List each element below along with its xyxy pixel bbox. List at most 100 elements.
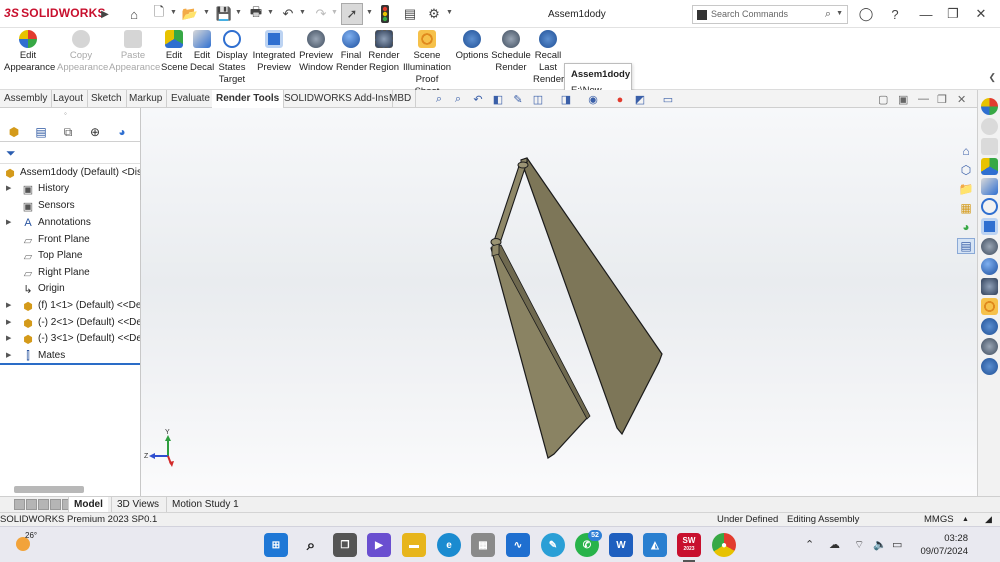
hinged-panels-model[interactable] [141, 108, 977, 496]
final-render-icon[interactable] [981, 258, 998, 275]
scene-icon[interactable] [981, 158, 998, 175]
tree-item-part-1[interactable]: ▶ ⬢ (f) 1<1> (Default) <<Def [0, 298, 140, 314]
search-taskbar-icon[interactable]: ⌕ [299, 533, 323, 557]
viewport-split-icon[interactable]: ▣ [898, 93, 908, 106]
render-options-icon[interactable] [981, 318, 998, 335]
integrated-preview-button[interactable]: Integrated Preview [251, 30, 297, 74]
select-cursor-icon[interactable]: ➚ [341, 3, 363, 25]
photos-icon[interactable]: ◭ [643, 533, 667, 557]
tree-item-front-plane[interactable]: ▱ Front Plane [0, 232, 140, 248]
render-region-icon[interactable] [981, 278, 998, 295]
expand-arrow-icon[interactable]: ▶ [6, 301, 11, 309]
tree-item-history[interactable]: ▶ ▣ History [0, 181, 140, 197]
undo-icon[interactable]: ↶ [279, 5, 297, 23]
units-selector[interactable]: MMGS [924, 514, 954, 525]
file-explorer-icon[interactable]: ▬ [402, 533, 426, 557]
dimxpert-manager-tab-icon[interactable]: ⊕ [86, 124, 104, 140]
restore-icon[interactable]: ❐ [944, 5, 962, 23]
final-render-button[interactable]: Final Render [336, 30, 367, 74]
tree-item-sensors[interactable]: ▣ Sensors [0, 198, 140, 214]
tab-evaluate[interactable]: Evaluate [167, 90, 215, 107]
tab-layout[interactable]: Layout [49, 90, 89, 107]
tree-item-annotations[interactable]: ▶ A Annotations [0, 215, 140, 231]
expand-menu-icon[interactable]: ▶ [96, 5, 114, 23]
tree-item-origin[interactable]: ↳ Origin [0, 281, 140, 297]
paste-appearance-button[interactable]: Paste Appearance [109, 30, 160, 74]
edit-decal-button[interactable]: Edit Decal [190, 30, 214, 74]
wifi-icon[interactable]: ⌔ [854, 538, 864, 552]
zoom-to-area-icon[interactable]: ⌕ [451, 93, 465, 106]
edge-browser-icon[interactable]: e [437, 533, 461, 557]
hide-show-items-icon[interactable]: ◉ [586, 93, 600, 106]
view-palette-icon[interactable]: ▦ [957, 200, 975, 216]
search-icon[interactable]: ⌕ [825, 8, 831, 21]
home-view-icon[interactable]: ⌂ [957, 143, 975, 159]
bing-wallpaper-icon[interactable]: ✎ [541, 533, 565, 557]
scene-illumination-proof-sheet-button[interactable]: Scene Illumination Proof Sheet [402, 30, 452, 98]
print-dropdown-icon[interactable]: ▼ [267, 9, 274, 16]
windows-start-icon[interactable]: ⊞ [264, 533, 288, 557]
units-dropdown-icon[interactable]: ▲ [962, 516, 969, 523]
view-settings-icon[interactable]: ▭ [661, 93, 675, 106]
tab-markup[interactable]: Markup [125, 90, 168, 107]
solidworks-taskbar-icon[interactable]: SW 2023 [677, 533, 701, 557]
zoom-to-fit-icon[interactable]: ⌕ [432, 93, 446, 106]
expand-arrow-icon[interactable]: ▶ [6, 184, 11, 192]
preview-window-button[interactable]: Preview Window [299, 30, 333, 74]
open-folder-icon[interactable]: 📂 [181, 5, 199, 23]
schedule-render-icon[interactable] [981, 338, 998, 355]
open-dropdown-icon[interactable]: ▼ [203, 9, 210, 16]
expand-arrow-icon[interactable]: ▶ [6, 351, 11, 359]
expand-arrow-icon[interactable]: ▶ [6, 318, 11, 326]
expand-arrow-icon[interactable]: ▶ [6, 218, 11, 226]
configuration-manager-tab-icon[interactable]: ⧉ [59, 124, 77, 140]
tree-item-part-2[interactable]: ▶ ⬢ (-) 2<1> (Default) <<Def [0, 315, 140, 331]
tab-assembly[interactable]: Assembly [0, 90, 53, 107]
options-dropdown-icon[interactable]: ▼ [446, 9, 453, 16]
filter-icon[interactable]: ⏷ [6, 146, 16, 161]
paste-appearance-icon[interactable] [981, 138, 998, 155]
print-icon[interactable]: 🖶 [247, 4, 265, 23]
close-icon[interactable]: ✕ [972, 5, 990, 23]
search-dropdown-icon[interactable]: ▼ [836, 10, 843, 17]
part-3d-icon[interactable]: ⬡ [957, 162, 975, 178]
viewport-tile-icon[interactable]: ▢ [878, 93, 888, 106]
schedule-render-button[interactable]: Schedule Render [491, 30, 531, 74]
collapse-ribbon-icon[interactable]: ❮ [988, 72, 996, 83]
tab-solidworks-add-ins[interactable]: SOLIDWORKS Add-Ins [280, 90, 394, 107]
tab-sketch[interactable]: Sketch [87, 90, 127, 107]
rebuild-icon[interactable] [376, 5, 394, 23]
previous-tab-icon[interactable] [26, 499, 37, 510]
tree-item-right-plane[interactable]: ▱ Right Plane [0, 265, 140, 281]
new-dropdown-icon[interactable]: ▼ [170, 9, 177, 16]
tab-motion-study-1[interactable]: Motion Study 1 [166, 497, 244, 513]
performance-app-icon[interactable]: ∿ [506, 533, 530, 557]
edit-scene-button[interactable]: Edit Scene [161, 30, 188, 74]
chrome-icon[interactable]: ● [712, 533, 736, 557]
home-icon[interactable]: ⌂ [125, 5, 143, 23]
task-view-icon[interactable]: ❐ [333, 533, 357, 557]
copy-appearance-icon[interactable] [981, 118, 998, 135]
last-tab-icon[interactable] [50, 499, 61, 510]
tree-item-part-3[interactable]: ▶ ⬢ (-) 3<1> (Default) <<Def [0, 331, 140, 347]
display-states-target-button[interactable]: Display States Target [216, 30, 248, 86]
previous-view-icon[interactable]: ↶ [471, 93, 485, 106]
undo-dropdown-icon[interactable]: ▼ [299, 9, 306, 16]
view-orientation-icon[interactable]: ◫ [531, 93, 545, 106]
copy-appearance-button[interactable]: Copy Appearance [57, 30, 108, 74]
battery-icon[interactable]: ▭ [892, 538, 902, 551]
integrated-preview-icon[interactable] [981, 218, 998, 235]
apply-scene-icon[interactable]: ◩ [633, 93, 647, 106]
tree-item-top-plane[interactable]: ▱ Top Plane [0, 248, 140, 264]
system-clock[interactable]: 03:28 09/07/2024 [918, 532, 968, 558]
preview-window-icon[interactable] [981, 238, 998, 255]
expand-arrow-icon[interactable]: ▶ [6, 334, 11, 342]
solidworks-logo[interactable]: 3S SOLIDWORKS [4, 6, 106, 20]
tree-root[interactable]: ⬢ Assem1dody (Default) <Disp [0, 165, 140, 181]
select-dropdown-icon[interactable]: ▼ [366, 9, 373, 16]
edit-appearance-view-icon[interactable]: ● [613, 93, 627, 106]
tab-mbd[interactable]: MBD [385, 90, 417, 107]
save-icon[interactable]: 💾 [215, 5, 233, 23]
teams-chat-icon[interactable]: ▶ [367, 533, 391, 557]
panel-grip-icon[interactable]: ◦ [64, 109, 67, 118]
